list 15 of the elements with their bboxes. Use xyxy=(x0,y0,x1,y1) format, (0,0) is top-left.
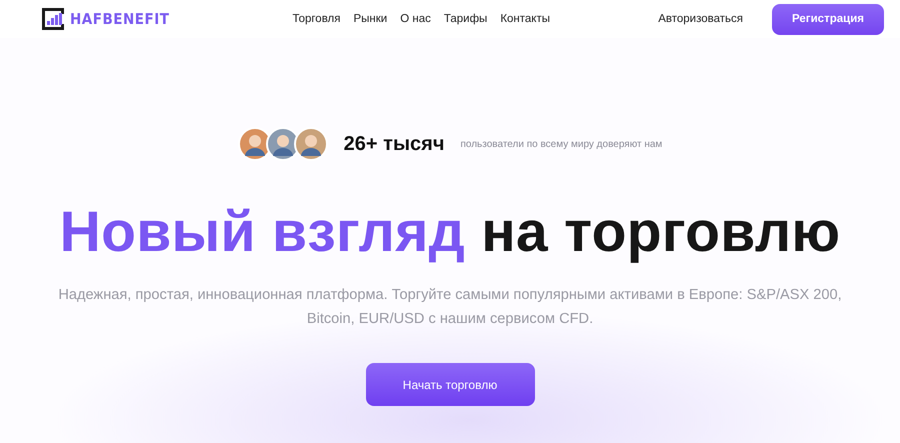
nav-link[interactable]: Рынки xyxy=(353,13,388,25)
login-link[interactable]: Авторизоваться xyxy=(658,13,743,25)
nav-link[interactable]: Торговля xyxy=(292,13,340,25)
nav-link[interactable]: О нас xyxy=(400,13,431,25)
user-caption: пользователи по всему миру доверяют нам xyxy=(460,138,662,150)
user-count: 26+ тысяч xyxy=(344,132,444,156)
hero-title: Новый взгляд на торговлю xyxy=(60,199,840,265)
logo-icon xyxy=(40,6,66,32)
nav-link[interactable]: Контакты xyxy=(500,13,550,25)
hero-subtitle: Надежная, простая, инновационная платформа. Торгуйте самыми популярными активами в Европе: S&P/ASX 200, Bitcoin, EUR/USD с нашим сервисом CFD. xyxy=(57,286,843,329)
start-trading-button[interactable]: Начать торговлю xyxy=(366,363,534,406)
register-button[interactable]: Регистрация xyxy=(772,4,884,34)
logo-text: HAFBENEFIT xyxy=(70,10,170,28)
nav-link[interactable]: Тарифы xyxy=(444,13,488,25)
avatar-icon xyxy=(294,127,328,161)
